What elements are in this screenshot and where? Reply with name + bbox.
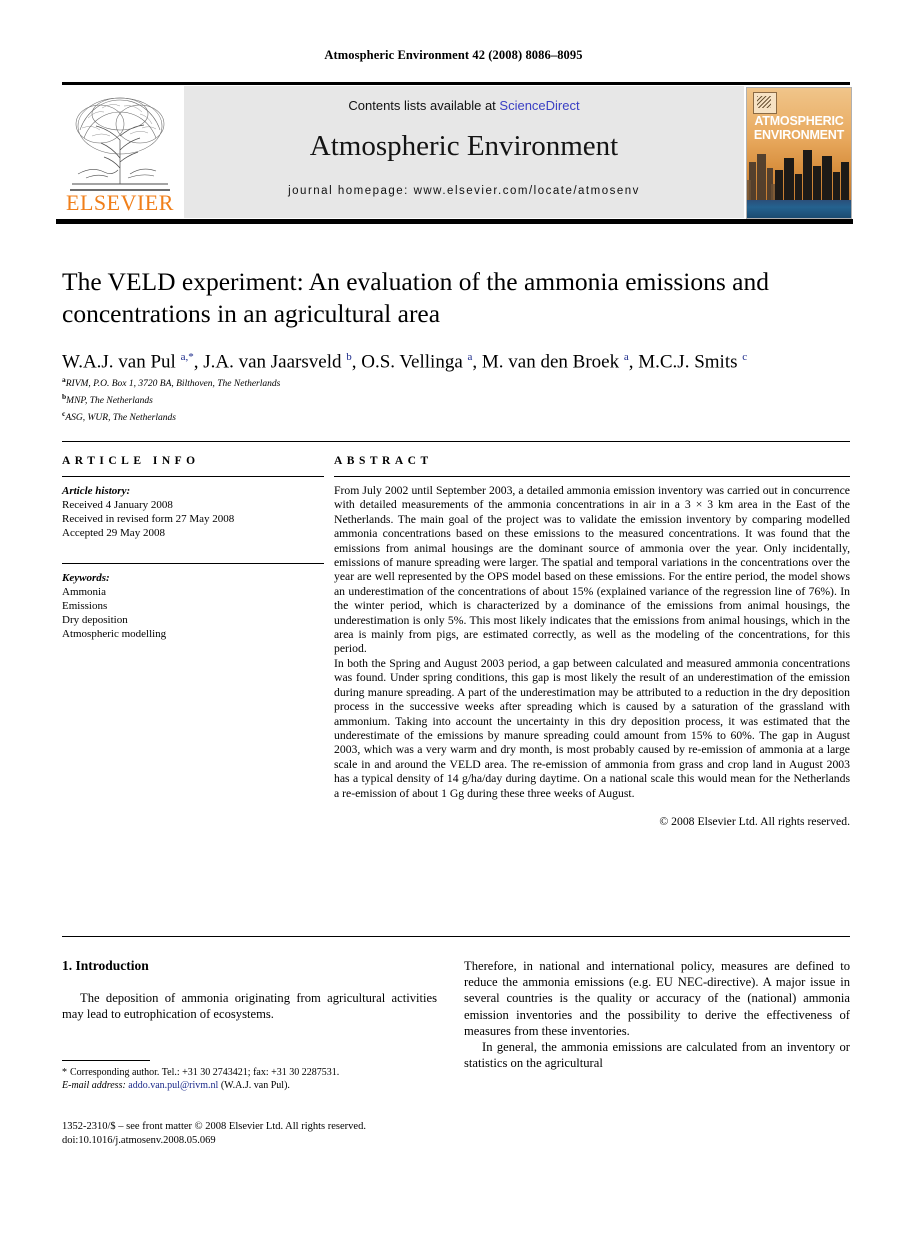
- affiliation-text: ASG, WUR, The Netherlands: [65, 413, 176, 424]
- keyword-item: Dry deposition: [62, 614, 128, 627]
- footnote-marker: *: [62, 1067, 67, 1078]
- section-heading-introduction: 1. Introduction: [62, 958, 149, 973]
- email-address-label: E-mail address:: [62, 1080, 126, 1091]
- affiliation-item: bMNP, The Netherlands: [62, 391, 852, 408]
- info-band-top-rule: [62, 441, 850, 442]
- cover-elsevier-mark-icon: [753, 92, 777, 114]
- abstract-body: From July 2002 until September 2003, a d…: [334, 484, 850, 801]
- affiliation-text: MNP, The Netherlands: [66, 396, 153, 407]
- affiliation-item: aRIVM, P.O. Box 1, 3720 BA, Bilthoven, T…: [62, 374, 852, 391]
- abstract-heading: ABSTRACT: [334, 455, 433, 467]
- contents-prefix-label: Contents lists available at: [348, 98, 500, 113]
- affiliation-list: aRIVM, P.O. Box 1, 3720 BA, Bilthoven, T…: [62, 374, 852, 425]
- page-title: The VELD experiment: An evaluation of th…: [62, 267, 769, 328]
- paper-page: Atmospheric Environment 42 (2008) 8086–8…: [0, 0, 907, 1238]
- article-info-column: ARTICLE INFO Article history: Received 4…: [62, 455, 324, 641]
- article-history-label: Article history:: [62, 485, 131, 497]
- cover-title: ATMOSPHERIC ENVIRONMENT: [747, 114, 851, 142]
- masthead-bottom-rule: [56, 219, 853, 224]
- journal-banner-panel: Contents lists available at ScienceDirec…: [184, 86, 744, 218]
- journal-title: Atmospheric Environment: [309, 130, 619, 162]
- keywords-label: Keywords:: [62, 571, 110, 584]
- email-owner-label: (W.A.J. van Pul).: [220, 1080, 290, 1091]
- cover-water: [747, 200, 851, 218]
- article-history-item: Received in revised form 27 May 2008: [62, 513, 235, 526]
- email-link[interactable]: addo.van.pul@rivm.nl: [128, 1080, 218, 1091]
- article-history-item: Accepted 29 May 2008: [62, 527, 165, 540]
- elsevier-tree-icon: [68, 88, 172, 190]
- contents-available-line: Contents lists available at ScienceDirec…: [184, 98, 744, 113]
- footnote-rule: [62, 1060, 150, 1061]
- abstract-paragraph: From July 2002 until September 2003, a d…: [334, 484, 850, 656]
- masthead-top-rule: [62, 82, 850, 85]
- copyright-line: © 2008 Elsevier Ltd. All rights reserved…: [659, 814, 850, 828]
- running-head: Atmospheric Environment 42 (2008) 8086–8…: [324, 48, 583, 62]
- affiliation-text: RIVM, P.O. Box 1, 3720 BA, Bilthoven, Th…: [65, 379, 281, 390]
- affiliation-item: cASG, WUR, The Netherlands: [62, 408, 852, 425]
- introduction-paragraph: In general, the ammonia emissions are ca…: [464, 1040, 850, 1071]
- info-band-bottom-rule: [62, 936, 850, 937]
- article-history-item: Received 4 January 2008: [62, 499, 173, 511]
- introduction-paragraph: Therefore, in national and international…: [464, 959, 850, 1038]
- abstract-paragraph: In both the Spring and August 2003 perio…: [334, 656, 850, 800]
- abstract-rule: [334, 476, 850, 477]
- introduction-left-column: 1. Introduction The deposition of ammoni…: [62, 958, 437, 1022]
- journal-masthead: ELSEVIER Contents lists available at Sci…: [62, 86, 852, 219]
- keyword-item: Ammonia: [62, 585, 106, 598]
- article-info-heading: ARTICLE INFO: [62, 455, 200, 467]
- cover-title-line1: ATMOSPHERIC: [754, 114, 844, 128]
- journal-homepage-link[interactable]: journal homepage: www.elsevier.com/locat…: [184, 185, 744, 197]
- keywords-rule: [62, 562, 324, 564]
- introduction-right-column: Therefore, in national and international…: [464, 958, 850, 1071]
- doi-line[interactable]: doi:10.1016/j.atmosenv.2008.05.069: [62, 1134, 482, 1148]
- elsevier-wordmark: ELSEVIER: [66, 190, 174, 215]
- issn-doi-footer: 1352-2310/$ – see front matter © 2008 El…: [62, 1120, 482, 1147]
- abstract-column: ABSTRACT From July 2002 until September …: [334, 455, 850, 828]
- journal-cover-thumbnail: ATMOSPHERIC ENVIRONMENT: [746, 87, 852, 219]
- corresponding-author-footnote: * Corresponding author. Tel.: +31 30 2743…: [62, 1066, 442, 1092]
- sciencedirect-link[interactable]: ScienceDirect: [499, 98, 579, 113]
- keyword-item: Emissions: [62, 599, 108, 612]
- keyword-item: Atmospheric modelling: [62, 628, 167, 641]
- footnote-corresponding-text: Corresponding author. Tel.: +31 30 27434…: [70, 1067, 340, 1078]
- issn-line: 1352-2310/$ – see front matter © 2008 El…: [62, 1121, 366, 1132]
- author-list: W.A.J. van Pul a,*, J.A. van Jaarsveld b…: [62, 351, 748, 373]
- cover-skyline-icon: [747, 150, 849, 200]
- elsevier-logo: ELSEVIER: [62, 86, 178, 218]
- introduction-paragraph: The deposition of ammonia originating fr…: [62, 991, 437, 1022]
- article-info-rule: [62, 476, 324, 477]
